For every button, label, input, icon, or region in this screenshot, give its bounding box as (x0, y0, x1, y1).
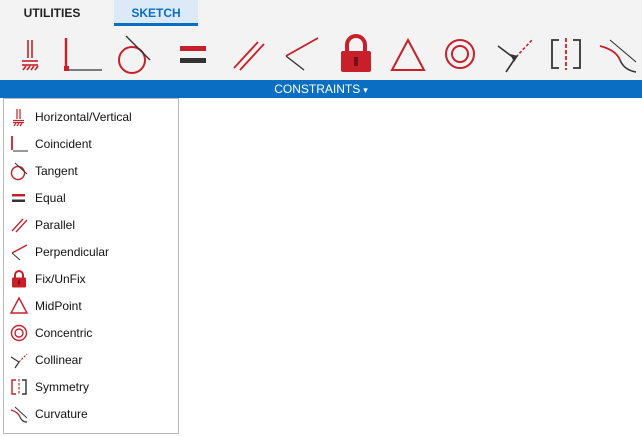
constraints-panel-button[interactable]: CONSTRAINTS ▾ (0, 80, 642, 98)
toolbar: UTILITIES SKETCH (0, 0, 642, 80)
menu-item-label: Concentric (35, 325, 93, 340)
midpoint-icon (9, 296, 29, 316)
tangent-icon[interactable] (112, 32, 156, 76)
fix-unfix-icon (9, 269, 29, 289)
curvature-icon[interactable] (596, 32, 640, 76)
coincident-icon (9, 134, 29, 154)
symmetry-icon[interactable] (544, 32, 588, 76)
menu-item-concentric[interactable]: Concentric (4, 319, 178, 346)
dropdown-caret-icon: ▾ (363, 85, 368, 95)
menu-item-label: Collinear (35, 352, 83, 367)
constraints-dropdown: Horizontal/Vertical Coincident Tangent E… (3, 98, 179, 434)
menu-item-tangent[interactable]: Tangent (4, 157, 178, 184)
symmetry-icon (9, 377, 29, 397)
collinear-icon[interactable] (492, 32, 536, 76)
menu-item-label: Symmetry (35, 379, 89, 394)
menu-item-label: Horizontal/Vertical (35, 109, 132, 124)
constraints-ribbon (0, 28, 642, 78)
perpendicular-icon (9, 242, 29, 262)
parallel-icon (9, 215, 29, 235)
parallel-icon[interactable] (226, 32, 270, 76)
menu-item-label: Parallel (35, 217, 76, 232)
menu-item-perpendicular[interactable]: Perpendicular (4, 238, 178, 265)
equal-icon (9, 188, 29, 208)
menu-item-midpoint[interactable]: MidPoint (4, 292, 178, 319)
menu-item-symmetry[interactable]: Symmetry (4, 373, 178, 400)
menu-item-label: Tangent (35, 163, 78, 178)
menu-item-fix-unfix[interactable]: Fix/UnFix (4, 265, 178, 292)
concentric-icon[interactable] (438, 32, 482, 76)
perpendicular-icon[interactable] (280, 32, 324, 76)
fix-unfix-icon[interactable] (334, 32, 378, 76)
menu-item-parallel[interactable]: Parallel (4, 211, 178, 238)
menu-item-curvature[interactable]: Curvature (4, 400, 178, 427)
menu-item-label: Fix/UnFix (35, 271, 86, 286)
tangent-icon (9, 161, 29, 181)
menu-item-equal[interactable]: Equal (4, 184, 178, 211)
horizontal-vertical-icon[interactable] (10, 32, 54, 76)
menu-item-label: Perpendicular (35, 244, 110, 259)
tab-utilities[interactable]: UTILITIES (18, 0, 86, 26)
menu-item-label: MidPoint (35, 298, 82, 313)
menu-item-horizontal-vertical[interactable]: Horizontal/Vertical (4, 103, 178, 130)
concentric-icon (9, 323, 29, 343)
menu-item-label: Curvature (35, 406, 88, 421)
collinear-icon (9, 350, 29, 370)
equal-icon[interactable] (172, 32, 216, 76)
tab-sketch[interactable]: SKETCH (114, 0, 198, 26)
tab-bar: UTILITIES SKETCH (0, 0, 642, 26)
menu-item-label: Equal (35, 190, 66, 205)
midpoint-icon[interactable] (386, 32, 430, 76)
horizontal-vertical-icon (9, 107, 29, 127)
menu-item-label: Coincident (35, 136, 92, 151)
coincident-icon[interactable] (60, 32, 104, 76)
curvature-icon (9, 404, 29, 424)
menu-item-coincident[interactable]: Coincident (4, 130, 178, 157)
panel-label: CONSTRAINTS (274, 82, 361, 96)
menu-item-collinear[interactable]: Collinear (4, 346, 178, 373)
